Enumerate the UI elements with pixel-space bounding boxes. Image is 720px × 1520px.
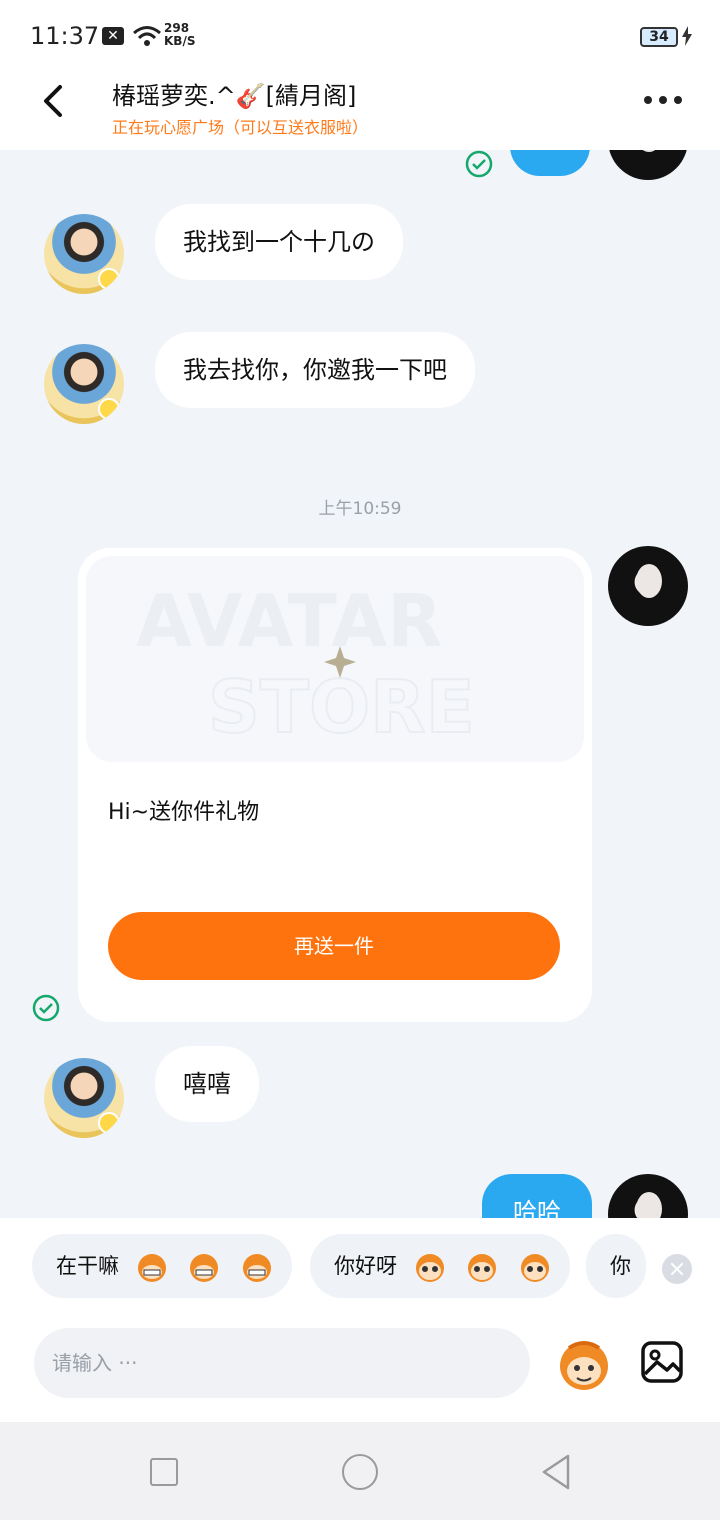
chat-area[interactable]: 我找到一个十几の 我去找你，你邀我一下吧 上午10:59 AVATAR STOR…: [0, 150, 720, 1218]
more-icon[interactable]: [644, 90, 684, 110]
avatar-store-logo: AVATAR STORE: [136, 579, 476, 750]
banner-word-1: AVATAR: [136, 579, 443, 663]
monkey-emoji-icon: [415, 1254, 444, 1282]
battery-indicator: 34: [640, 27, 678, 47]
wifi-icon: [133, 26, 161, 46]
message-timestamp: 上午10:59: [318, 499, 402, 519]
monkey-emoji-icon: [190, 1254, 219, 1282]
incoming-message[interactable]: 我去找你，你邀我一下吧: [155, 332, 475, 408]
quick-reply-chip[interactable]: 在干嘛: [32, 1234, 292, 1298]
monkey-emoji-icon: [243, 1254, 272, 1282]
status-time: 11:37: [30, 22, 100, 50]
outgoing-message[interactable]: 哈哈: [482, 1174, 592, 1218]
quick-reply-label: 在干嘛: [56, 1254, 119, 1278]
my-avatar[interactable]: [608, 1174, 688, 1218]
message-input[interactable]: 请输入 ···: [34, 1328, 530, 1398]
monkey-emoji-icon: [468, 1254, 497, 1282]
network-speed-unit: KB/S: [164, 34, 196, 48]
contact-avatar[interactable]: [44, 214, 124, 294]
quick-reply-chip[interactable]: 你: [586, 1234, 646, 1298]
charging-icon: [682, 26, 692, 46]
notification-icon: ✕: [102, 27, 124, 45]
quick-reply-label: 你好呀: [334, 1254, 397, 1278]
chat-title[interactable]: 椿瑶萝奕.^🎸[綪月阁]: [112, 76, 356, 111]
composer-panel: 在干嘛 你好呀 你 请输入 ···: [0, 1218, 720, 1422]
check-icon: [465, 150, 493, 178]
close-icon[interactable]: [662, 1254, 692, 1284]
image-icon[interactable]: [640, 1340, 684, 1384]
monkey-emoji-icon[interactable]: [555, 1338, 613, 1392]
avatar-store-banner: AVATAR STORE: [86, 556, 584, 762]
chat-header: 椿瑶萝奕.^🎸[綪月阁] 正在玩心愿广场（可以互送衣服啦）: [0, 70, 720, 150]
recent-apps-button[interactable]: [150, 1458, 178, 1486]
incoming-message[interactable]: 嘻嘻: [155, 1046, 259, 1122]
status-bar: 11:37 ✕ 298 KB/S 34: [0, 0, 720, 70]
contact-avatar[interactable]: [44, 1058, 124, 1138]
outgoing-bubble-partial[interactable]: [510, 150, 590, 176]
send-another-button[interactable]: 再送一件: [108, 912, 560, 980]
back-icon[interactable]: [38, 84, 68, 118]
outgoing-message-text: 哈哈: [513, 1198, 561, 1218]
home-button[interactable]: [342, 1454, 378, 1490]
gift-message: Hi~送你件礼物: [108, 800, 260, 825]
network-speed: 298 KB/S: [164, 22, 195, 48]
system-nav-bar: [0, 1422, 720, 1520]
my-avatar[interactable]: [608, 546, 688, 626]
nav-back-icon[interactable]: [538, 1452, 574, 1492]
my-avatar[interactable]: [608, 150, 688, 180]
monkey-emoji-icon: [137, 1254, 166, 1282]
check-icon: [32, 994, 60, 1022]
monkey-emoji-icon: [521, 1254, 550, 1282]
gift-card[interactable]: AVATAR STORE Hi~送你件礼物 再送一件: [78, 548, 592, 1022]
banner-word-2: STORE: [208, 665, 475, 749]
quick-reply-chip[interactable]: 你好呀: [310, 1234, 570, 1298]
quick-reply-label: 你: [610, 1254, 631, 1278]
chat-subtitle: 正在玩心愿广场（可以互送衣服啦）: [112, 118, 369, 137]
incoming-message[interactable]: 我找到一个十几の: [155, 204, 403, 280]
contact-avatar[interactable]: [44, 344, 124, 424]
